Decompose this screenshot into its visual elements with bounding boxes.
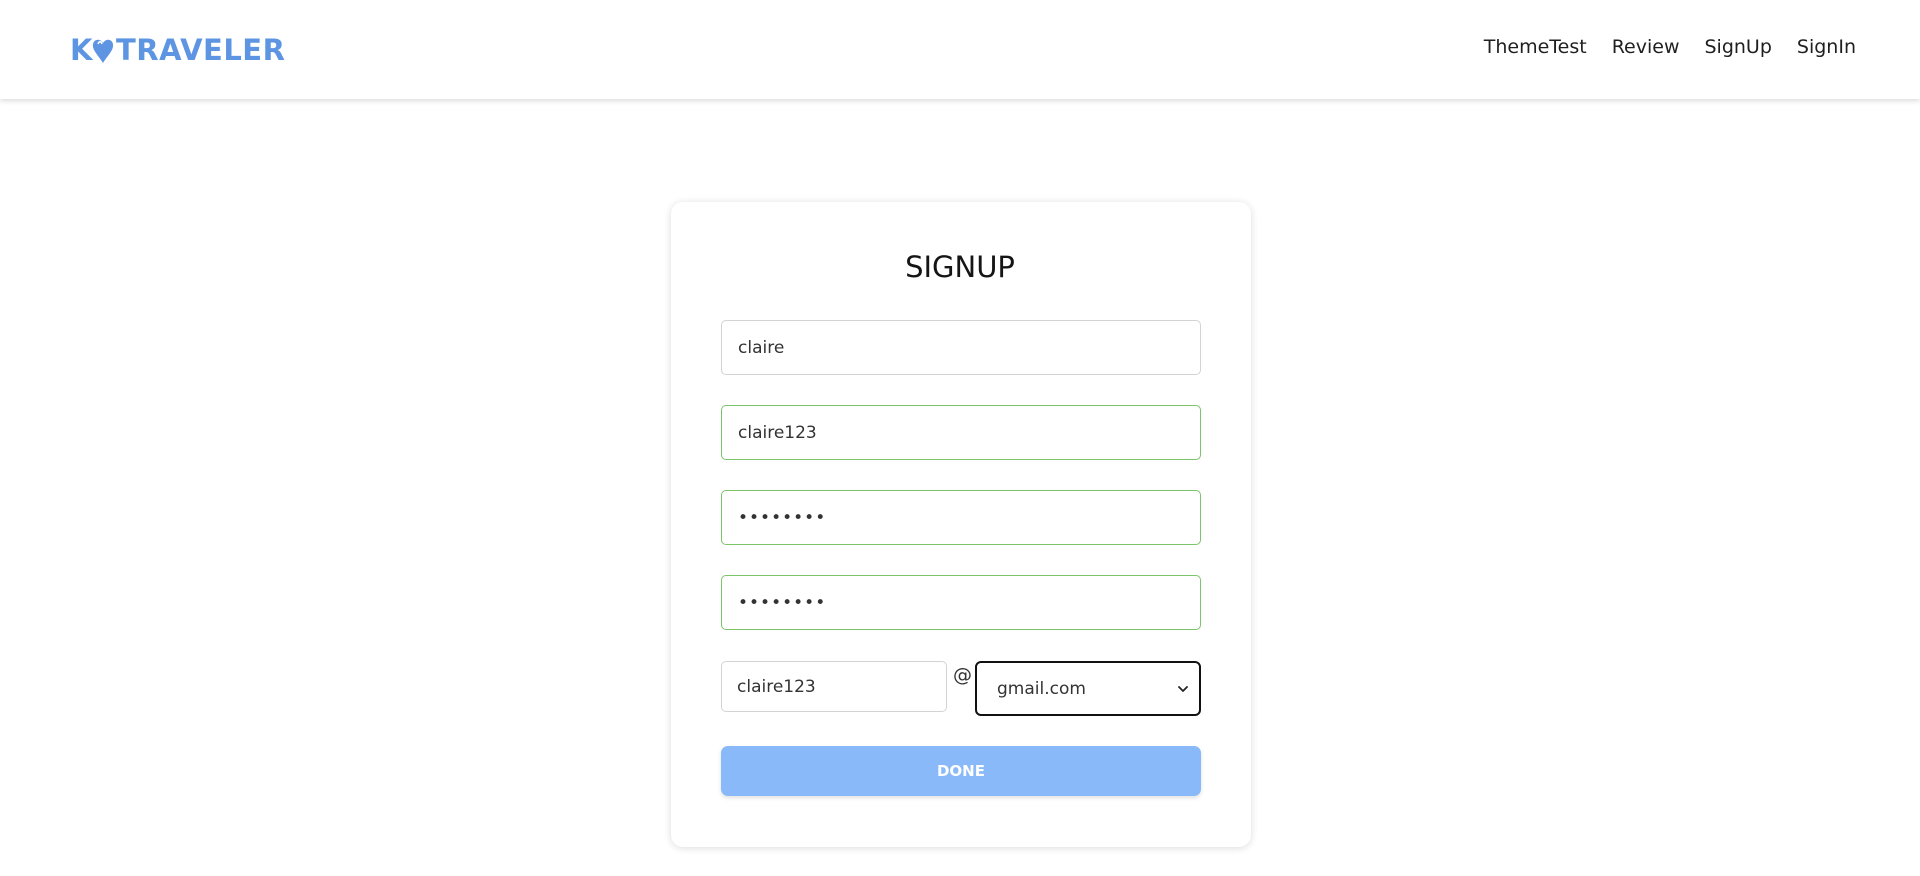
- email-local-input[interactable]: [721, 661, 947, 712]
- heart-map-pin-icon: [92, 39, 114, 63]
- logo-prefix: K: [70, 33, 93, 67]
- nav-link-signup[interactable]: SignUp: [1704, 36, 1771, 58]
- password-input[interactable]: [721, 490, 1201, 545]
- nav-link-signin[interactable]: SignIn: [1797, 36, 1856, 58]
- main-nav: ThemeTest Review SignUp SignIn: [1484, 36, 1856, 58]
- email-domain-select[interactable]: gmail.com: [975, 661, 1201, 716]
- at-sign-label: @: [953, 664, 972, 686]
- site-logo[interactable]: K TRAVELER: [70, 33, 285, 67]
- top-header: K TRAVELER ThemeTest Review SignUp SignI…: [0, 0, 1920, 99]
- username-input[interactable]: [721, 405, 1201, 460]
- done-button[interactable]: DONE: [721, 746, 1201, 796]
- chevron-down-icon: [1178, 686, 1188, 692]
- name-input[interactable]: [721, 320, 1201, 375]
- nav-link-review[interactable]: Review: [1612, 36, 1680, 58]
- confirm-password-input[interactable]: [721, 575, 1201, 630]
- email-domain-value: gmail.com: [997, 678, 1086, 699]
- signup-title: SIGNUP: [905, 250, 1015, 284]
- logo-text: TRAVELER: [115, 33, 286, 67]
- nav-link-themetest[interactable]: ThemeTest: [1484, 36, 1587, 58]
